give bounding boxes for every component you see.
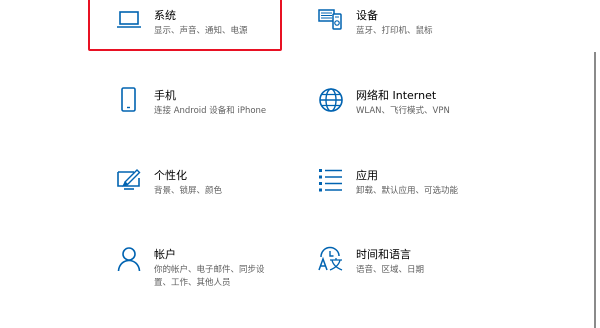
- tile-description-line: 显示、声音、通知、电源: [154, 26, 248, 36]
- tile-description-line: 语音、区域、日期: [356, 265, 425, 275]
- time-language-icon: [318, 246, 344, 272]
- tile-title: 应用: [356, 169, 378, 182]
- tile-description-line: WLAN、飞行模式、VPN: [356, 106, 450, 116]
- tile-description-line: 置、工作、其他人员: [154, 278, 231, 288]
- settings-home: 系统 显示、声音、通知、电源 设备 蓝牙、打印机、鼠标 手机 连接 Androi…: [0, 0, 600, 328]
- apps-list-icon: [318, 167, 344, 193]
- tile-title: 系统: [154, 9, 176, 22]
- tile-devices[interactable]: 设备 蓝牙、打印机、鼠标: [318, 7, 508, 65]
- gaming-icon: [118, 320, 138, 328]
- tile-description: 背景、锁屏、颜色: [154, 185, 222, 198]
- tile-title: 时间和语言: [356, 248, 411, 261]
- tile-title: 设备: [356, 9, 378, 22]
- tile-description-line: 你的帐户、电子邮件、同步设: [154, 265, 265, 275]
- tile-description-line: 连接 Android 设备和 iPhone: [154, 106, 267, 116]
- tile-description-line: 背景、锁屏、颜色: [154, 186, 223, 196]
- scrollbar[interactable]: [594, 52, 596, 328]
- person-icon: [116, 246, 142, 272]
- tile-time-language[interactable]: 时间和语言 语音、区域、日期: [318, 246, 508, 304]
- tile-description: 连接 Android 设备和 iPhone: [154, 105, 266, 118]
- monitor-icon: [116, 7, 142, 33]
- phone-icon: [116, 87, 142, 113]
- tile-description: 蓝牙、打印机、鼠标: [356, 25, 433, 38]
- tile-description: 语音、区域、日期: [356, 264, 424, 277]
- tile-description: WLAN、飞行模式、VPN: [356, 105, 450, 118]
- tile-description: 卸载、默认应用、可选功能: [356, 185, 458, 198]
- tile-personalization[interactable]: 个性化 背景、锁屏、颜色: [116, 167, 306, 225]
- tile-title: 个性化: [154, 169, 187, 182]
- ease-of-access-icon: [322, 320, 342, 328]
- tile-system[interactable]: 系统 显示、声音、通知、电源: [116, 7, 306, 65]
- devices-icon: [318, 7, 344, 33]
- tile-title: 网络和 Internet: [356, 89, 437, 102]
- personalization-icon: [116, 167, 142, 193]
- tile-description-line: 蓝牙、打印机、鼠标: [356, 26, 433, 36]
- tile-phone[interactable]: 手机 连接 Android 设备和 iPhone: [116, 87, 306, 145]
- globe-icon: [318, 87, 344, 113]
- tile-title: 手机: [154, 89, 176, 102]
- tile-title: 帐户: [154, 248, 176, 261]
- tile-description: 你的帐户、电子邮件、同步设 置、工作、其他人员: [154, 264, 265, 290]
- tile-apps[interactable]: 应用 卸载、默认应用、可选功能: [318, 167, 508, 225]
- tile-description: 显示、声音、通知、电源: [154, 25, 248, 38]
- tile-network[interactable]: 网络和 Internet WLAN、飞行模式、VPN: [318, 87, 508, 145]
- tile-description-line: 卸载、默认应用、可选功能: [356, 186, 459, 196]
- tile-accounts[interactable]: 帐户 你的帐户、电子邮件、同步设 置、工作、其他人员: [116, 246, 306, 304]
